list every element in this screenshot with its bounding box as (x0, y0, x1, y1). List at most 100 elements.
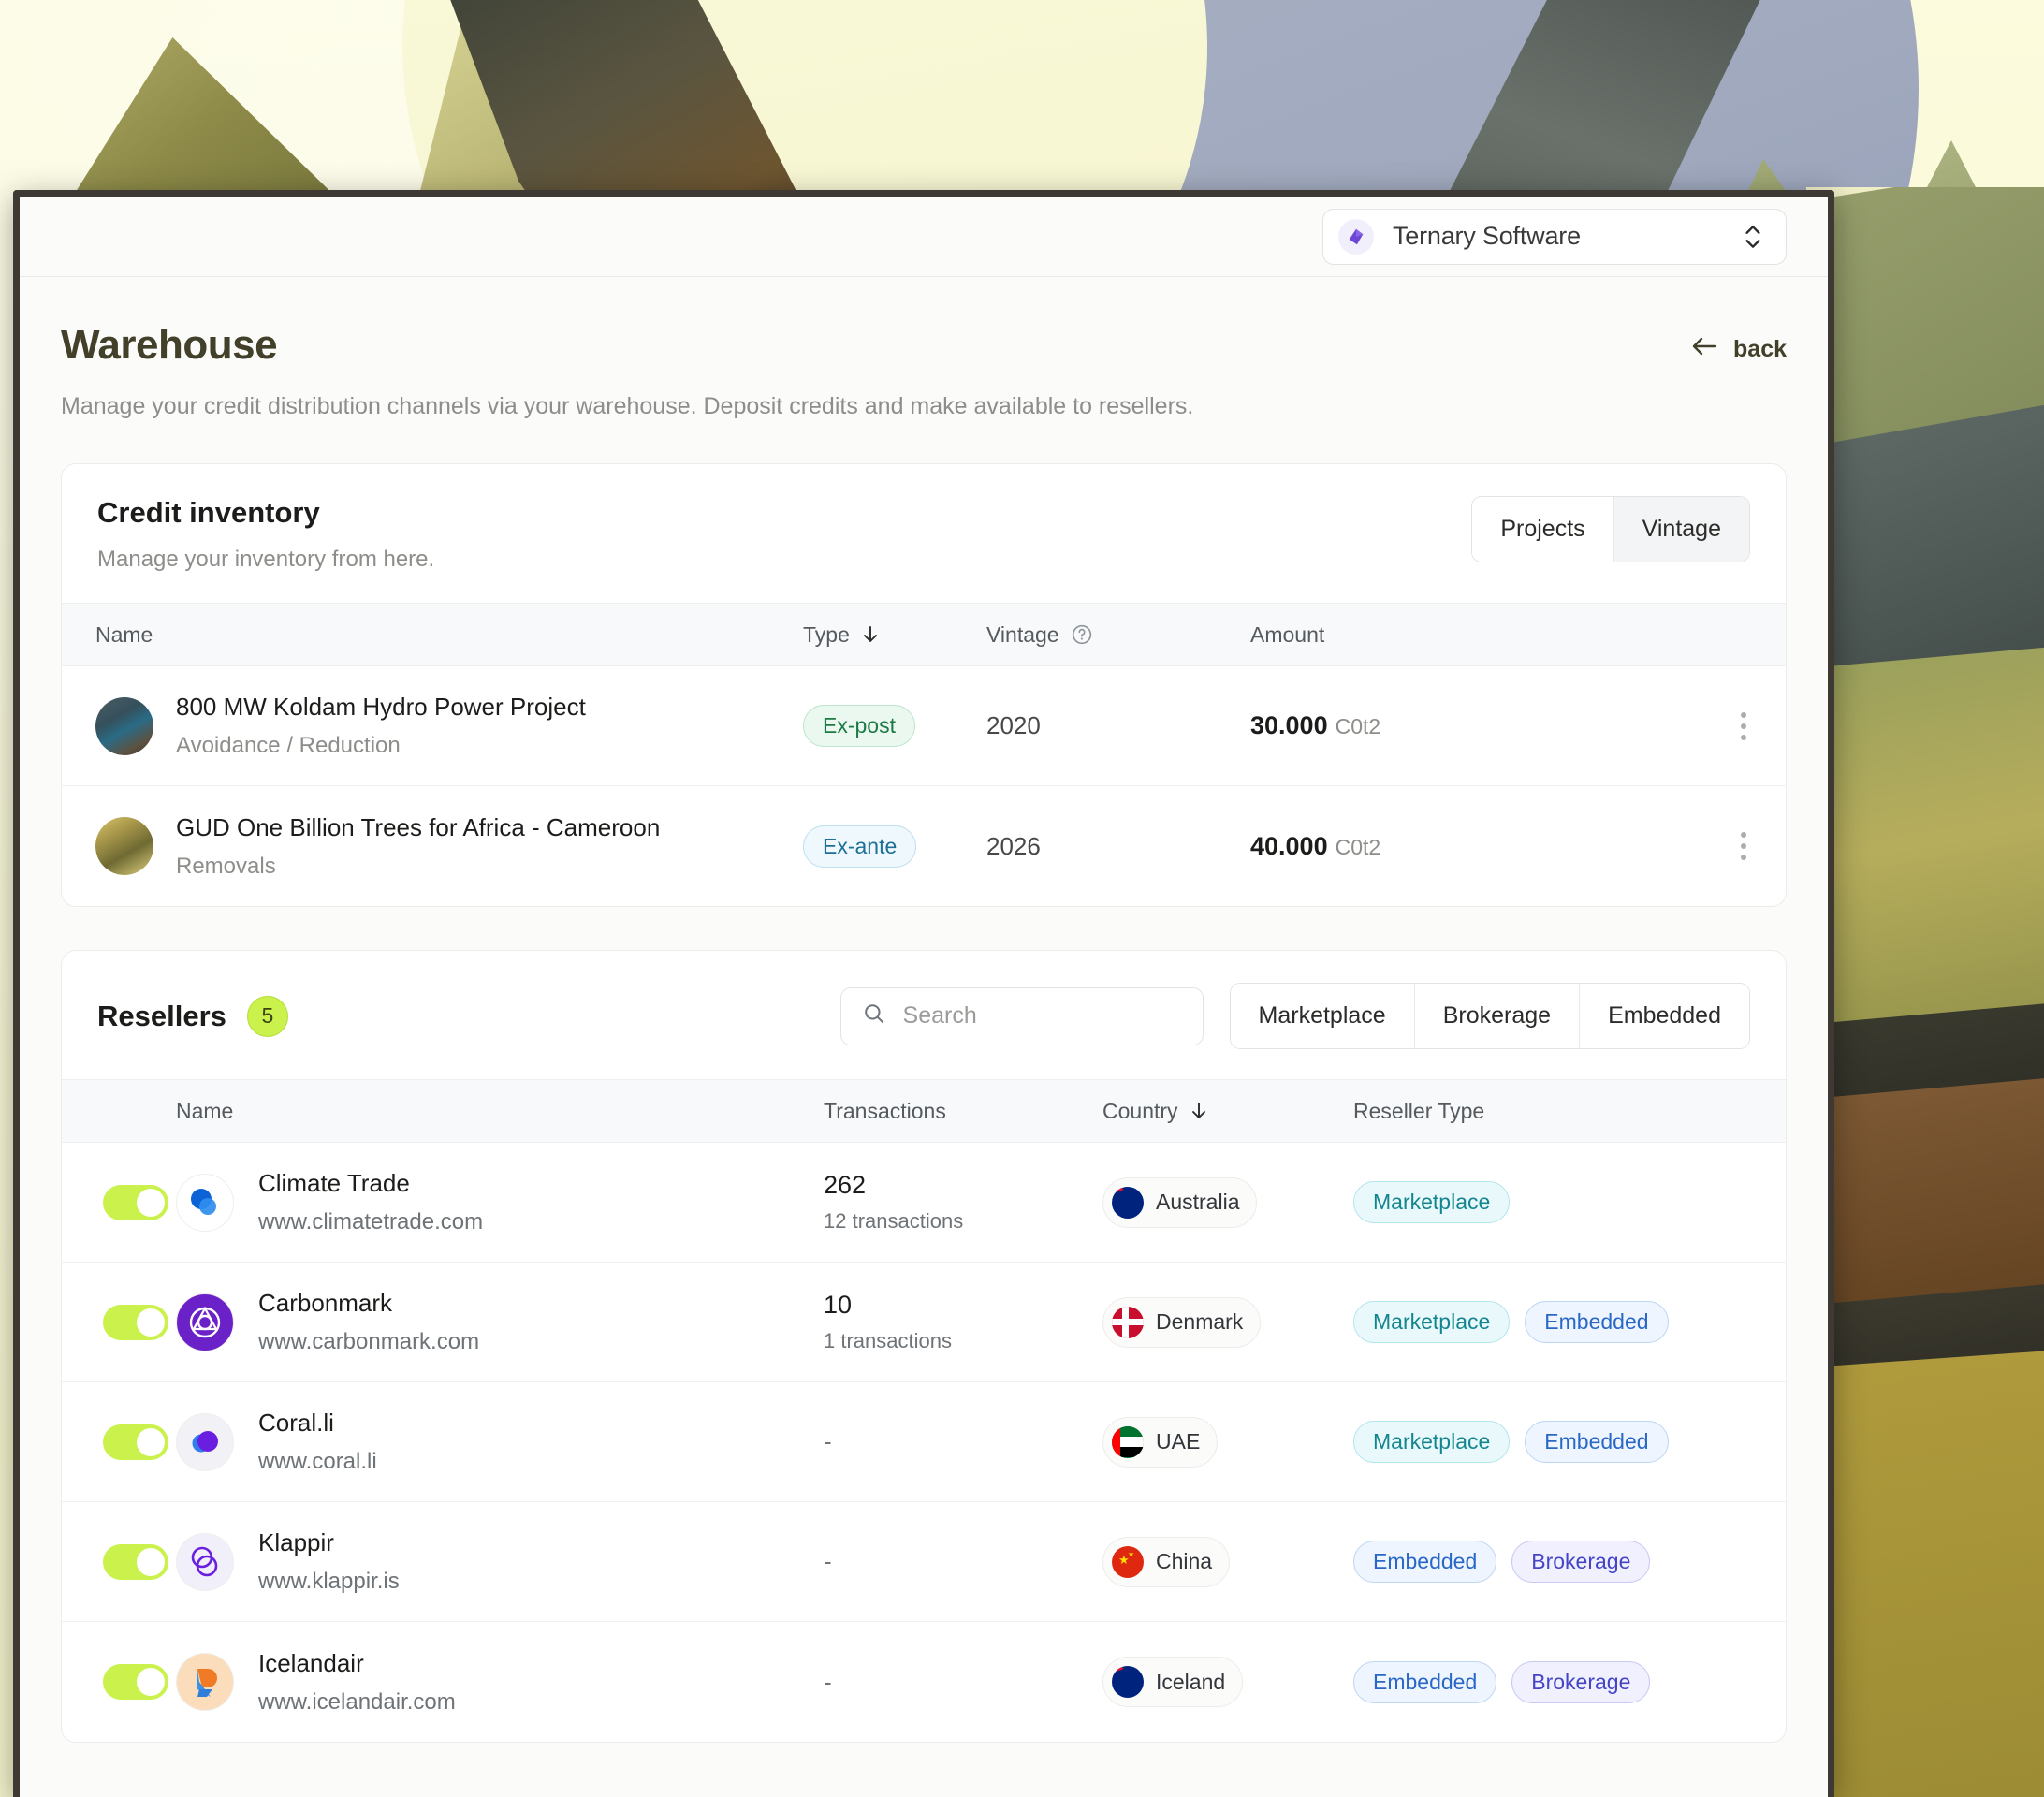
transaction-count: 262 (824, 1171, 1102, 1200)
flag-au-icon (1112, 1666, 1144, 1698)
page-header: Warehouse Manage your credit distributio… (61, 322, 1787, 420)
reseller-enabled-toggle[interactable] (103, 1424, 168, 1460)
reseller-url: www.carbonmark.com (258, 1329, 479, 1355)
page-content: Warehouse Manage your credit distributio… (20, 277, 1828, 1743)
reseller-url: www.coral.li (258, 1449, 377, 1475)
vintage-value: 2026 (986, 832, 1041, 860)
column-header-name: Name (95, 622, 153, 648)
kebab-menu-icon[interactable] (1741, 832, 1746, 860)
reseller-name: Coral.li (258, 1409, 377, 1438)
inventory-view-segmented-control: Projects Vintage (1471, 496, 1750, 562)
column-header-type: Type (803, 622, 850, 648)
reseller-url: www.climatetrade.com (258, 1209, 483, 1235)
country-label: Denmark (1156, 1309, 1243, 1335)
filter-brokerage[interactable]: Brokerage (1414, 984, 1579, 1048)
desktop-background: Ternary Software Warehouse Manage your c… (0, 0, 2044, 1797)
column-header-name: Name (176, 1099, 233, 1124)
search-box[interactable] (840, 987, 1204, 1045)
table-row[interactable]: Icelandair www.icelandair.com - Iceland (62, 1622, 1786, 1742)
country-chip: Denmark (1102, 1297, 1261, 1348)
project-category: Avoidance / Reduction (176, 733, 586, 759)
reseller-type-badge: Marketplace (1353, 1301, 1510, 1343)
column-header-reseller-type: Reseller Type (1353, 1099, 1484, 1124)
arrow-down-icon[interactable] (1190, 1101, 1208, 1121)
amount-unit: C0t2 (1336, 714, 1381, 738)
amount-value: 40.000 (1250, 832, 1328, 860)
flag-ae-icon (1112, 1426, 1144, 1458)
column-header-amount: Amount (1250, 622, 1324, 648)
wallpaper-right-strip (1806, 187, 2044, 1797)
country-chip: Australia (1102, 1177, 1257, 1228)
resellers-card: Resellers 5 (61, 950, 1787, 1743)
table-row[interactable]: 800 MW Koldam Hydro Power Project Avoida… (62, 666, 1786, 786)
table-row[interactable]: Carbonmark www.carbonmark.com 10 1 trans… (62, 1263, 1786, 1382)
project-name: GUD One Billion Trees for Africa - Camer… (176, 813, 660, 842)
amount-unit: C0t2 (1336, 835, 1381, 859)
column-header-vintage: Vintage (986, 622, 1059, 648)
credit-inventory-table-header: Name Type Vintage (62, 603, 1786, 666)
reseller-enabled-toggle[interactable] (103, 1544, 168, 1580)
arrow-down-icon[interactable] (861, 624, 880, 645)
vintage-value: 2020 (986, 711, 1041, 739)
transaction-count: 10 (824, 1291, 1102, 1320)
reseller-enabled-toggle[interactable] (103, 1305, 168, 1340)
search-icon (862, 1001, 886, 1030)
hydro-project-thumbnail (95, 697, 153, 755)
segment-projects[interactable]: Projects (1472, 497, 1613, 562)
reseller-name: Klappir (258, 1528, 400, 1557)
transaction-subtext: 1 transactions (824, 1329, 1102, 1353)
climatetrade-logo-icon (176, 1174, 234, 1232)
reseller-type-filter-group: Marketplace Brokerage Embedded (1230, 983, 1750, 1049)
amount-value: 30.000 (1250, 711, 1328, 739)
chevron-updown-icon[interactable] (1741, 222, 1765, 252)
org-switcher[interactable]: Ternary Software (1322, 209, 1787, 265)
country-label: China (1156, 1549, 1212, 1574)
reseller-type-badge: Embedded (1353, 1661, 1496, 1703)
table-row[interactable]: Klappir www.klappir.is - ★★ China (62, 1502, 1786, 1622)
project-category: Removals (176, 854, 660, 880)
credit-inventory-card: Credit inventory Manage your inventory f… (61, 463, 1787, 907)
reseller-name: Carbonmark (258, 1289, 479, 1318)
reseller-type-badge: Marketplace (1353, 1181, 1510, 1223)
column-header-transactions: Transactions (824, 1099, 946, 1124)
top-bar: Ternary Software (20, 197, 1828, 277)
help-circle-icon[interactable] (1071, 623, 1093, 646)
resellers-header: Resellers 5 (62, 951, 1786, 1079)
trees-project-thumbnail (95, 817, 153, 875)
reseller-enabled-toggle[interactable] (103, 1185, 168, 1220)
resellers-table-header: Name Transactions Country Reseller Type (62, 1079, 1786, 1143)
reseller-type-badge: Marketplace (1353, 1421, 1510, 1463)
reseller-type-badge: Embedded (1525, 1421, 1668, 1463)
carbonmark-logo-icon (176, 1293, 234, 1351)
transaction-count: - (824, 1668, 1102, 1697)
transaction-count: - (824, 1427, 1102, 1456)
transaction-count: - (824, 1547, 1102, 1576)
back-button[interactable]: back (1690, 335, 1787, 364)
country-label: Australia (1156, 1190, 1239, 1215)
credit-inventory-subtitle: Manage your inventory from here. (97, 547, 434, 573)
resellers-title: Resellers (97, 1000, 226, 1033)
table-row[interactable]: Climate Trade www.climatetrade.com 262 1… (62, 1143, 1786, 1263)
table-row[interactable]: GUD One Billion Trees for Africa - Camer… (62, 786, 1786, 906)
reseller-type-badge: Brokerage (1511, 1541, 1650, 1583)
reseller-type-badge: Embedded (1525, 1301, 1668, 1343)
resellers-count-badge: 5 (247, 996, 288, 1037)
org-name: Ternary Software (1393, 222, 1722, 251)
reseller-name: Icelandair (258, 1649, 456, 1678)
table-row[interactable]: Coral.li www.coral.li - UA (62, 1382, 1786, 1502)
country-label: UAE (1156, 1429, 1200, 1454)
project-name: 800 MW Koldam Hydro Power Project (176, 693, 586, 722)
country-chip: Iceland (1102, 1657, 1243, 1707)
klappir-logo-icon (176, 1533, 234, 1591)
page-subtitle: Manage your credit distribution channels… (61, 393, 1193, 420)
page-title: Warehouse (61, 322, 1193, 369)
reseller-url: www.icelandair.com (258, 1689, 456, 1716)
segment-vintage[interactable]: Vintage (1613, 497, 1749, 562)
filter-marketplace[interactable]: Marketplace (1231, 984, 1414, 1048)
kebab-menu-icon[interactable] (1741, 712, 1746, 740)
reseller-enabled-toggle[interactable] (103, 1664, 168, 1700)
application-window: Ternary Software Warehouse Manage your c… (13, 190, 1834, 1797)
search-input[interactable] (903, 1002, 1182, 1030)
reseller-url: www.klappir.is (258, 1569, 400, 1595)
filter-embedded[interactable]: Embedded (1579, 984, 1749, 1048)
